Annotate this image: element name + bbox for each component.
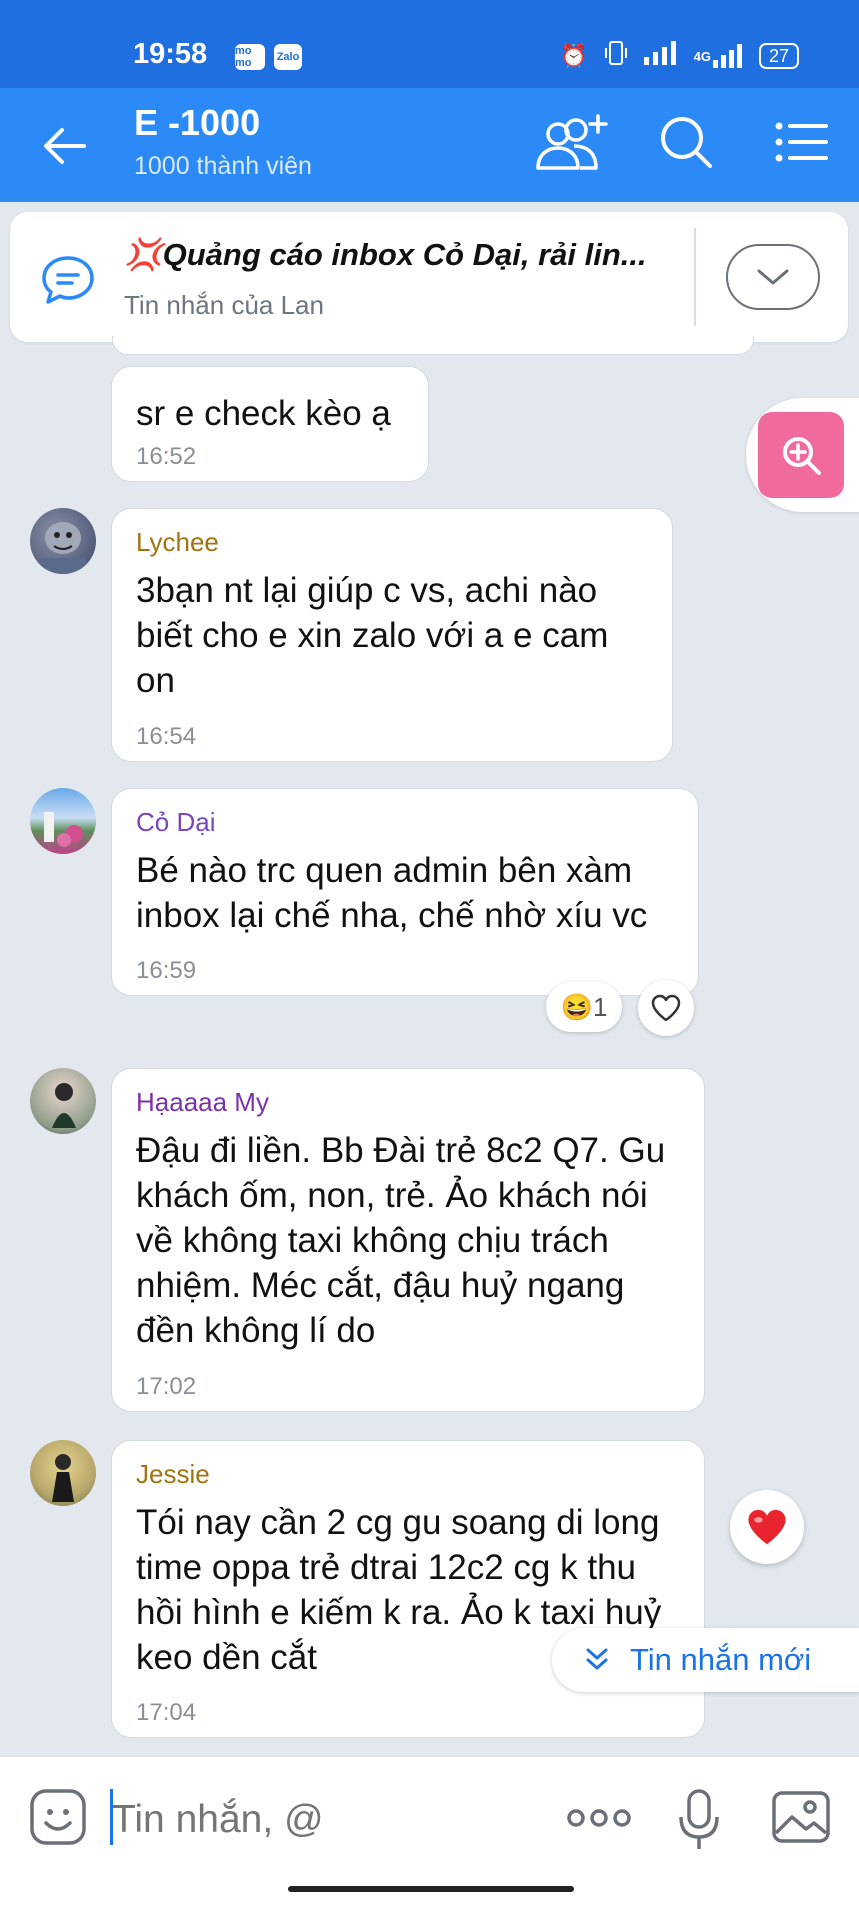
arrow-left-icon: [44, 128, 86, 164]
pinned-subtitle: Tin nhắn của Lan: [124, 290, 324, 320]
sender-name[interactable]: Hạaaaa My: [136, 1087, 680, 1118]
group-title[interactable]: E -1000: [134, 102, 260, 144]
sticker-button[interactable]: [28, 1787, 90, 1849]
pinned-message-bar[interactable]: 💢Quảng cáo inbox Cỏ Dại, rải lin... Tin …: [10, 212, 848, 342]
reaction-count: 1: [592, 991, 608, 1022]
double-chevron-down-icon: [586, 1648, 608, 1670]
new-messages-button[interactable]: Tin nhắn mới: [552, 1628, 859, 1692]
text-caret: [110, 1789, 113, 1845]
battery-indicator: 27: [758, 43, 799, 69]
status-time: 19:58: [133, 38, 208, 70]
signal-4g-icon: 4G: [694, 44, 743, 68]
microphone-icon: [679, 1789, 719, 1849]
message-input[interactable]: [110, 1787, 534, 1853]
more-options-button[interactable]: [566, 1803, 632, 1833]
anger-emoji-icon: 💢: [124, 237, 163, 272]
zoom-in-icon: [783, 437, 821, 475]
avatar[interactable]: [30, 788, 96, 854]
zoom-button[interactable]: [758, 412, 844, 498]
pinned-title-text: Quảng cáo inbox Cỏ Dại, rải lin...: [162, 237, 647, 272]
avatar[interactable]: [30, 1068, 96, 1134]
message-time: 16:52: [136, 443, 197, 470]
home-indicator: [288, 1886, 574, 1892]
chat-bubble-icon: [40, 252, 96, 308]
reaction-badge[interactable]: 😆 1: [546, 982, 622, 1032]
message-bubble[interactable]: sr e check kèo ạ 16:52: [111, 366, 429, 482]
sender-name[interactable]: Cỏ Dại: [136, 807, 674, 838]
more-dots-icon: [567, 1809, 631, 1827]
message-bubble[interactable]: Jessie Tói nay cần 2 cg gu soang di long…: [111, 1440, 705, 1738]
status-bar: 19:58 mo mo Zalo ⏰ 4G 27: [0, 0, 859, 88]
avatar[interactable]: [30, 508, 96, 574]
message-bubble[interactable]: Lychee 3bạn nt lại giúp c vs, achi nào b…: [111, 508, 673, 762]
message-time: 16:59: [136, 957, 197, 984]
heart-outline-icon: [651, 994, 681, 1022]
heart-icon: [748, 1509, 786, 1545]
menu-button[interactable]: [774, 112, 830, 176]
avatar-jessie-icon: [52, 1454, 74, 1502]
network-label: 4G: [693, 48, 711, 64]
avatar-co-dai-icon: [44, 812, 83, 847]
message-bubble[interactable]: Hạaaaa My Đậu đi liền. Bb Đài trẻ 8c2 Q7…: [111, 1068, 705, 1412]
new-messages-label: Tin nhắn mới: [630, 1642, 812, 1677]
previous-message-fragment: [112, 336, 754, 355]
avatar-haaaaa-my-icon: [52, 1083, 76, 1128]
signal-icon: [643, 41, 678, 71]
expand-pinned-button[interactable]: [726, 244, 820, 310]
message-time: 17:04: [136, 1699, 197, 1726]
avatar[interactable]: [30, 1440, 96, 1506]
react-heart-button[interactable]: [638, 980, 694, 1036]
sender-name[interactable]: Lychee: [136, 527, 648, 558]
add-member-icon: [536, 114, 608, 170]
message-text: Đậu đi liền. Bb Đài trẻ 8c2 Q7. Gu khách…: [136, 1131, 666, 1350]
message-text: Bé nào trc quen admin bên xàm inbox lại …: [136, 851, 648, 935]
image-icon: [772, 1791, 830, 1843]
zoom-tab: [746, 398, 859, 512]
pinned-title: 💢Quảng cáo inbox Cỏ Dại, rải lin...: [124, 236, 684, 273]
message-time: 17:02: [136, 1373, 197, 1400]
message-text: sr e check kèo ạ: [136, 394, 391, 433]
momo-app-icon: mo mo: [235, 44, 265, 70]
divider: [694, 228, 696, 326]
search-icon: [661, 117, 712, 168]
chevron-down-icon: [757, 269, 789, 285]
alarm-icon: ⏰: [560, 43, 588, 68]
photo-button[interactable]: [770, 1787, 832, 1849]
search-button[interactable]: [656, 112, 720, 176]
vibrate-icon: [604, 40, 628, 72]
sender-name[interactable]: Jessie: [136, 1459, 680, 1490]
message-time: 16:54: [136, 723, 197, 750]
laughing-emoji-icon: 😆: [560, 991, 593, 1022]
status-icons: ⏰ 4G 27: [560, 40, 799, 72]
zalo-app-icon: Zalo: [274, 44, 302, 70]
avatar-lychee-icon: [40, 522, 86, 574]
member-count[interactable]: 1000 thành viên: [134, 152, 312, 181]
sticker-icon: [30, 1789, 86, 1845]
message-text: 3bạn nt lại giúp c vs, achi nào biết cho…: [136, 571, 609, 700]
quick-heart-button[interactable]: [730, 1490, 804, 1564]
voice-button[interactable]: [676, 1787, 722, 1853]
list-menu-icon: [775, 122, 828, 162]
back-button[interactable]: [38, 118, 94, 174]
add-member-button[interactable]: [534, 112, 608, 176]
chat-header: E -1000 1000 thành viên: [0, 88, 859, 202]
message-bubble[interactable]: Cỏ Dại Bé nào trc quen admin bên xàm inb…: [111, 788, 699, 996]
